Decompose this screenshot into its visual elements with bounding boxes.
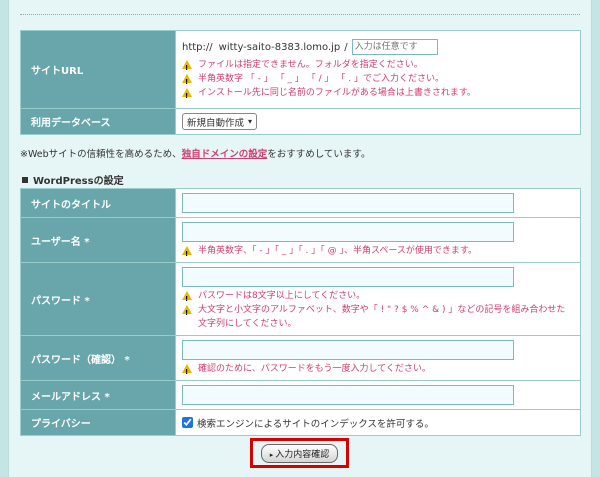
url-slash: / [344, 41, 348, 53]
database-label: 利用データベース [20, 108, 176, 135]
site-settings-table: サイトURL http:// witty-saito-8383.lomo.jp … [20, 30, 581, 135]
chevron-down-icon: ▾ [248, 117, 253, 126]
square-bullet-icon [22, 177, 28, 183]
warning-icon [182, 60, 192, 75]
domain-note: ※Webサイトの信頼性を高めるため、独自ドメインの設定をおすすめしています。 [20, 146, 370, 160]
url-path-input[interactable] [351, 39, 438, 55]
site-url-label: サイトURL [20, 30, 176, 109]
warning-icon [182, 246, 192, 261]
url-warning-1: ファイルは指定できません。フォルダを指定ください。 [198, 60, 423, 70]
confirm-button[interactable]: ▸ 入力内容確認 [260, 443, 339, 463]
submit-highlight: ▸ 入力内容確認 [250, 438, 349, 468]
password-label: パスワード * [20, 262, 176, 336]
warning-icon [182, 305, 192, 320]
password-confirm-label: パスワード（確認） * [20, 335, 176, 381]
site-title-input[interactable] [182, 193, 514, 213]
note-prefix: ※Webサイトの信頼性を高めるため、 [20, 149, 182, 160]
password-warning-2: 大文字と小文字のアルファベット、数字や「 ! " ? $ % ^ & ) 」など… [198, 305, 566, 329]
url-domain: witty-saito-8383.lomo.jp [218, 41, 341, 53]
custom-domain-link[interactable]: 独自ドメインの設定 [182, 149, 268, 160]
database-select[interactable]: 新規自動作成 ▾ [182, 113, 258, 130]
warning-icon [182, 74, 192, 89]
privacy-text: 検索エンジンによるサイトのインデックスを許可する。 [197, 418, 434, 430]
password-warning-1: パスワードは8文字以上にしてください。 [198, 291, 366, 301]
wordpress-section-title: WordPressの設定 [22, 172, 124, 187]
email-input[interactable] [182, 385, 514, 405]
privacy-checkbox[interactable] [182, 417, 193, 428]
warning-icon [182, 88, 192, 103]
password-confirm-input[interactable] [182, 340, 514, 360]
password-input[interactable] [182, 267, 514, 287]
privacy-label: プライバシー [20, 409, 176, 436]
dotted-divider [20, 14, 580, 15]
triangle-right-icon: ▸ [269, 450, 274, 459]
url-prefix: http:// [182, 41, 213, 53]
database-select-value: 新規自動作成 [187, 117, 245, 129]
username-label: ユーザー名 * [20, 217, 176, 263]
warning-icon [182, 291, 192, 306]
username-warning: 半角英数字、「 - 」「 _ 」「 . 」「 @ 」、半角スペースが使用できます… [198, 246, 478, 256]
warning-icon [182, 364, 192, 379]
url-warning-2: 半角英数字 「 - 」 「 _ 」 「 / 」 「 . 」でご入力ください。 [198, 74, 444, 84]
note-suffix: をおすすめしています。 [267, 149, 371, 160]
password-confirm-warning: 確認のために、パスワードをもう一度入力してください。 [198, 364, 431, 374]
site-title-label: サイトのタイトル [20, 188, 176, 218]
wordpress-settings-table: サイトのタイトル ユーザー名 * 半角英数字、「 - 」「 _ 」「 . 」「 … [20, 188, 581, 436]
username-input[interactable] [182, 222, 514, 242]
url-warning-3: インストール先に同じ名前のファイルがある場合は上書きされます。 [198, 88, 476, 98]
email-label: メールアドレス * [20, 380, 176, 410]
